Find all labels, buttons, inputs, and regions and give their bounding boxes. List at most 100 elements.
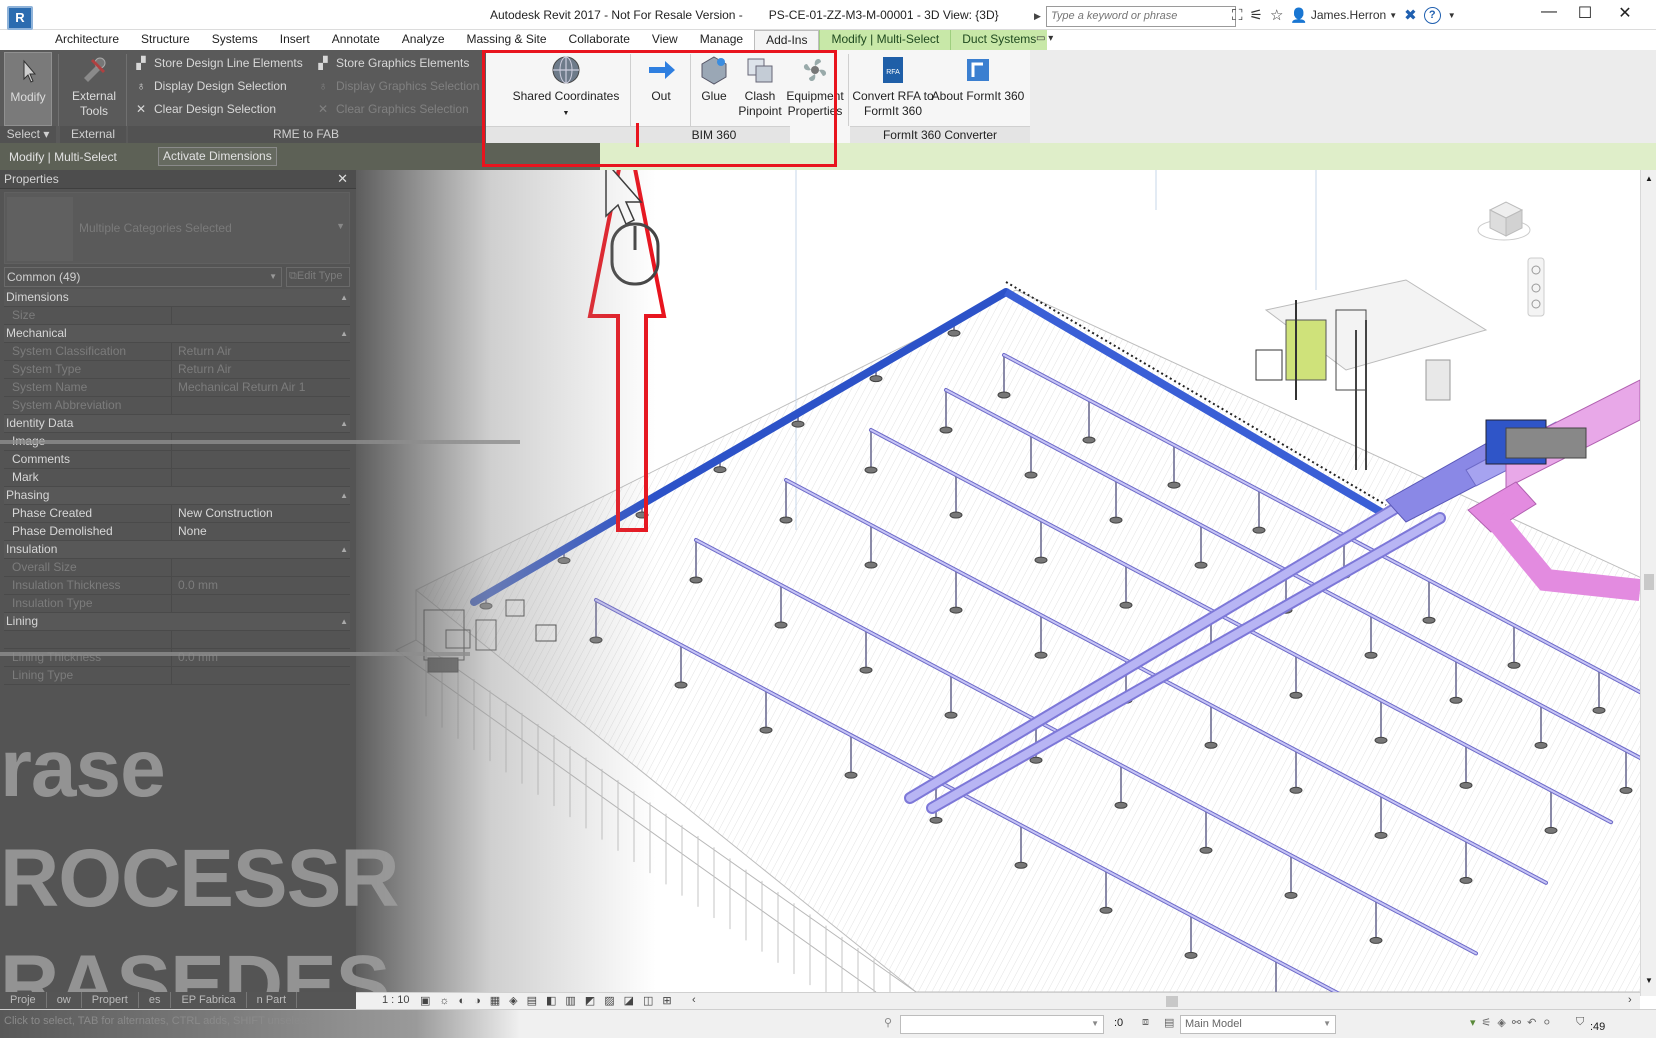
tab-architecture[interactable]: Architecture xyxy=(44,30,130,50)
property-row[interactable]: System Type Return Air xyxy=(4,361,350,379)
exchange-apps-icon[interactable]: ✖ xyxy=(1404,6,1417,24)
display-design-selection-button[interactable]: ♁ Display Design Selection xyxy=(134,79,287,93)
property-row[interactable]: Insulation Type xyxy=(4,595,350,613)
maximize-icon[interactable]: ☐ xyxy=(1568,3,1602,23)
property-row[interactable]: Size xyxy=(4,307,350,325)
edit-type-button[interactable]: ⧉Edit Type xyxy=(286,267,350,287)
horizontal-scroll-thumb[interactable] xyxy=(1166,996,1178,1007)
palette-tab[interactable]: Proje xyxy=(0,992,47,1008)
property-row[interactable]: Overall Size xyxy=(4,559,350,577)
convert-rfa-button[interactable]: RFA Convert RFA to FormIt 360 xyxy=(850,52,936,119)
scrollbar-thumb[interactable] xyxy=(1644,574,1654,590)
search-expand-icon[interactable]: ▶ xyxy=(1034,11,1046,22)
collapse-icon[interactable]: ▲ xyxy=(340,415,348,432)
select-group-title[interactable]: Select ▾ xyxy=(0,126,56,143)
binoculars-icon[interactable]: ⛶ xyxy=(1232,7,1243,24)
revit-app-icon[interactable]: R xyxy=(7,6,33,30)
property-value[interactable] xyxy=(172,667,350,684)
clear-graphics-selection-button[interactable]: ✕ Clear Graphics Selection xyxy=(316,102,469,116)
palette-tab[interactable]: EP Fabrica xyxy=(171,992,247,1008)
filter-icon[interactable]: ⛉ xyxy=(1576,1016,1584,1029)
property-row[interactable]: Mark xyxy=(4,469,350,487)
category-filter-dropdown[interactable]: Common (49) ▼ xyxy=(4,267,282,287)
property-value[interactable] xyxy=(172,451,350,468)
scroll-up-icon[interactable]: ▲ xyxy=(1645,174,1653,183)
property-row[interactable]: System Classification Return Air xyxy=(4,343,350,361)
tab-add-ins[interactable]: Add-Ins xyxy=(754,30,820,50)
tab-massing-site[interactable]: Massing & Site xyxy=(456,30,558,50)
property-value[interactable]: None xyxy=(172,523,350,540)
display-graphics-selection-button[interactable]: ♁ Display Graphics Selection xyxy=(316,79,480,93)
tab-view[interactable]: View xyxy=(641,30,689,50)
model-dropdown[interactable]: Main Model ▼ xyxy=(1180,1015,1336,1034)
type-selector[interactable]: Multiple Categories Selected ▼ xyxy=(4,192,350,264)
view-scale[interactable]: 1 : 10 xyxy=(382,994,410,1006)
satellite-icon[interactable]: ⚟ xyxy=(1250,6,1263,24)
property-row[interactable]: System Name Mechanical Return Air 1 xyxy=(4,379,350,397)
property-row[interactable]: System Abbreviation xyxy=(4,397,350,415)
property-row[interactable] xyxy=(4,631,350,649)
tab-insert[interactable]: Insert xyxy=(269,30,321,50)
close-window-icon[interactable]: ✕ xyxy=(1608,3,1642,23)
property-value[interactable] xyxy=(172,397,350,414)
search-input[interactable] xyxy=(1046,5,1236,27)
navigation-bar[interactable] xyxy=(1527,257,1545,317)
palette-tab[interactable]: n Part xyxy=(247,992,298,1008)
store-graphics-button[interactable]: ▞ Store Graphics Elements xyxy=(316,56,469,70)
collapse-icon[interactable]: ▲ xyxy=(340,289,348,306)
viewport-vertical-scrollbar[interactable]: ▲ ▼ xyxy=(1640,170,1656,996)
selection-filter-icons[interactable]: ▾⚟◈⚯↶⚪ xyxy=(1470,1016,1558,1029)
property-value[interactable] xyxy=(172,631,350,648)
tab-duct-systems[interactable]: Duct Systems xyxy=(950,30,1048,50)
collapse-icon[interactable]: ▲ xyxy=(340,487,348,504)
property-row[interactable]: Comments xyxy=(4,451,350,469)
activate-dimensions-button[interactable]: Activate Dimensions xyxy=(158,147,277,166)
tab-annotate[interactable]: Annotate xyxy=(321,30,391,50)
external-tools-button[interactable]: External Tools xyxy=(66,52,122,119)
property-value[interactable] xyxy=(172,559,350,576)
property-value[interactable] xyxy=(172,469,350,486)
minimize-icon[interactable]: — xyxy=(1532,3,1566,21)
help-dropdown-icon[interactable]: ▼ xyxy=(1448,11,1456,20)
collapse-icon[interactable]: ▲ xyxy=(340,541,348,558)
tab-structure[interactable]: Structure xyxy=(130,30,201,50)
properties-section-header[interactable]: Lining ▲ xyxy=(4,613,350,631)
design-option-icon[interactable]: ▤ xyxy=(1164,1016,1174,1029)
user-account[interactable]: 👤 James.Herron ▼ xyxy=(1290,7,1397,24)
store-design-line-button[interactable]: ▞ Store Design Line Elements xyxy=(134,56,302,70)
workset-icon[interactable]: ⚲ xyxy=(884,1016,892,1029)
tab-manage[interactable]: Manage xyxy=(689,30,754,50)
ribbon-minimize-icon[interactable]: ▭ ▾ xyxy=(1036,33,1053,44)
property-value[interactable]: 0.0 mm xyxy=(172,577,350,594)
palette-tab[interactable]: es xyxy=(139,992,172,1008)
collapse-icon[interactable]: ▲ xyxy=(340,325,348,342)
tab-collaborate[interactable]: Collaborate xyxy=(558,30,641,50)
workset-dropdown[interactable]: ▼ xyxy=(900,1015,1104,1034)
property-value[interactable]: Return Air xyxy=(172,361,350,378)
property-value[interactable] xyxy=(172,595,350,612)
property-value[interactable] xyxy=(172,307,350,324)
tab-modify-multi-select[interactable]: Modify | Multi-Select xyxy=(819,30,951,50)
modify-button[interactable]: Modify xyxy=(4,52,52,126)
view-cube[interactable] xyxy=(1477,201,1531,241)
scroll-down-icon[interactable]: ▼ xyxy=(1645,976,1653,985)
palette-tab[interactable]: Propert xyxy=(82,992,139,1008)
tab-systems[interactable]: Systems xyxy=(201,30,269,50)
property-value[interactable]: Mechanical Return Air 1 xyxy=(172,379,350,396)
palette-tab[interactable]: ow xyxy=(47,992,82,1008)
property-row[interactable]: Phase Created New Construction xyxy=(4,505,350,523)
properties-section-header[interactable]: Phasing ▲ xyxy=(4,487,350,505)
properties-section-header[interactable]: Insulation ▲ xyxy=(4,541,350,559)
view-control-icons[interactable]: ▣☼◐◑▦◈▤◧▥◩▨◪◫⊞ xyxy=(420,994,681,1007)
collapse-icon[interactable]: ▲ xyxy=(340,613,348,630)
properties-section-header[interactable]: Dimensions ▲ xyxy=(4,289,350,307)
close-icon[interactable]: ✕ xyxy=(337,171,348,187)
editable-only-icon[interactable]: ⧈ xyxy=(1142,1016,1149,1029)
properties-section-header[interactable]: Mechanical ▲ xyxy=(4,325,350,343)
scroll-left-icon[interactable]: ‹ xyxy=(692,994,696,1006)
property-value[interactable]: New Construction xyxy=(172,505,350,522)
property-value[interactable]: Return Air xyxy=(172,343,350,360)
property-row[interactable]: Insulation Thickness 0.0 mm xyxy=(4,577,350,595)
about-formit-button[interactable]: About FormIt 360 xyxy=(928,52,1028,104)
property-row[interactable]: Lining Type xyxy=(4,667,350,685)
